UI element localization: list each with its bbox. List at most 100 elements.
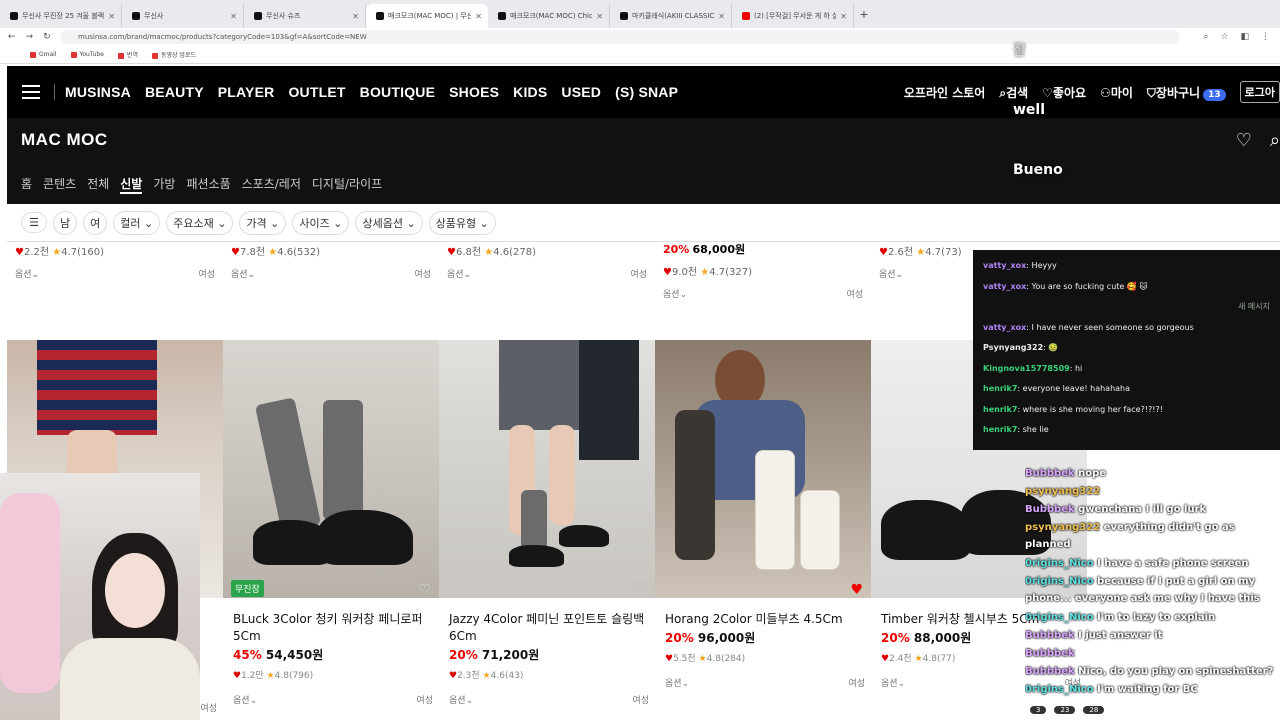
chat-text: I'm waiting for BC: [1097, 684, 1198, 695]
brand-name: MAC MOC: [21, 130, 108, 149]
filter-detail[interactable]: 상세옵션 ⌄: [355, 210, 423, 235]
nav-beauty[interactable]: BEAUTY: [145, 84, 204, 100]
option-dropdown[interactable]: 옵션⌄: [449, 693, 473, 710]
back-icon[interactable]: ←: [8, 32, 16, 42]
close-tab-icon[interactable]: ✕: [718, 12, 725, 21]
product-image[interactable]: [223, 340, 439, 598]
wishlist-heart-icon-filled[interactable]: ♥: [850, 582, 863, 598]
my-label: 마이: [1110, 85, 1133, 100]
filter-male[interactable]: 남: [53, 210, 78, 235]
option-dropdown[interactable]: 옵션⌄: [233, 693, 257, 710]
nav-musinsa[interactable]: MUSINSA: [65, 84, 131, 100]
close-tab-icon[interactable]: ✕: [108, 12, 115, 21]
filter-size[interactable]: 사이즈 ⌄: [292, 210, 350, 235]
nav-shoes[interactable]: SHOES: [449, 84, 499, 100]
chevron-down-icon: ⌄: [217, 216, 227, 230]
tab-bags[interactable]: 가방: [153, 175, 175, 194]
tab-digital[interactable]: 디지털/라이프: [312, 175, 382, 194]
close-tab-icon[interactable]: ✕: [596, 12, 603, 21]
filter-material[interactable]: 주요소재 ⌄: [166, 210, 234, 235]
close-tab-icon[interactable]: ✕: [352, 12, 359, 21]
product-card-info[interactable]: BLuck 3Color 청키 워커창 페니로퍼 5Cm 45% 54,450원…: [233, 611, 433, 710]
close-tab-icon[interactable]: ✕: [840, 12, 847, 21]
option-dropdown[interactable]: 옵션⌄: [663, 287, 687, 300]
zoom-icon[interactable]: ⌕: [1203, 32, 1208, 42]
nav-snap[interactable]: (S) SNAP: [615, 84, 678, 100]
tab-shoes[interactable]: 신발: [120, 175, 143, 194]
bookmark-star-icon[interactable]: ☆: [1220, 32, 1228, 42]
tab-contents[interactable]: 콘텐츠: [43, 175, 76, 194]
rating: 4.7(73): [925, 247, 962, 258]
forward-icon[interactable]: →: [26, 32, 34, 42]
blazer-image: [675, 410, 715, 560]
like-link[interactable]: ♡좋아요: [1042, 84, 1086, 101]
filter-price[interactable]: 가격 ⌄: [239, 210, 287, 235]
browser-tab[interactable]: 매크모크(MAC MOC) Chicky 1✕: [488, 4, 610, 28]
mujinjang-tag: 무진장: [231, 580, 264, 597]
option-dropdown[interactable]: 옵션⌄: [15, 267, 39, 280]
option-dropdown[interactable]: 옵션⌄: [447, 267, 471, 280]
my-link[interactable]: ⚇마이: [1100, 84, 1133, 101]
filter-type[interactable]: 상품유형 ⌄: [428, 210, 496, 235]
filter-color[interactable]: 컬러 ⌄: [113, 210, 161, 235]
wishlist-heart-icon[interactable]: ♡: [634, 582, 647, 598]
product-stats: ♥7.8천 ★4.6(532): [223, 243, 439, 258]
product-card-info[interactable]: Horang 2Color 미들부츠 4.5Cm 20% 96,000원 ♥5.…: [665, 611, 865, 693]
browser-tab[interactable]: 무신사 슈즈 ✕: [244, 4, 366, 28]
nav-kids[interactable]: KIDS: [513, 84, 547, 100]
brand-search-icon[interactable]: ⌕: [1270, 130, 1280, 151]
star-icon: ★: [266, 671, 275, 681]
brand-like-heart-icon[interactable]: ♡: [1236, 130, 1252, 151]
browser-tab[interactable]: (2) [무작걸] 무서운 게 하 실리 ✕: [732, 4, 854, 28]
cart-link[interactable]: ⛉장바구니 13: [1147, 84, 1226, 101]
leg-image: [549, 425, 575, 525]
product-image[interactable]: [439, 340, 655, 598]
nav-outlet[interactable]: OUTLET: [288, 84, 345, 100]
browser-tab[interactable]: 마키클래식(AKIII CLASSIC) 여✕: [610, 4, 732, 28]
option-dropdown[interactable]: 옵션⌄: [231, 267, 255, 280]
user-icon: ⚇: [1100, 85, 1111, 100]
musinsa-favicon-icon: [10, 12, 18, 20]
url-field[interactable]: musinsa.com/brand/macmoc/products?catego…: [60, 30, 1180, 44]
browser-tab[interactable]: 무신사 ✕: [122, 4, 244, 28]
option-dropdown[interactable]: 옵션⌄: [881, 676, 905, 693]
offline-store-link[interactable]: 오프라인 스토어: [904, 84, 985, 101]
nav-player[interactable]: PLAYER: [218, 84, 275, 100]
tab-sports[interactable]: 스포츠/레저: [242, 175, 301, 194]
filter-female[interactable]: 여: [83, 210, 108, 235]
bookmark-item[interactable]: 동영상 업로드: [152, 50, 196, 59]
musinsa-favicon-icon: [376, 12, 384, 20]
nav-used[interactable]: USED: [561, 84, 601, 100]
reload-icon[interactable]: ↻: [43, 32, 51, 42]
chat-text: You are so fucking cute 🥰 🐱: [1031, 281, 1148, 291]
close-tab-icon[interactable]: ✕: [230, 12, 237, 21]
login-button[interactable]: 로그아: [1239, 81, 1280, 103]
tab-home[interactable]: 홈: [21, 175, 32, 194]
browser-tab[interactable]: 무신사 무진장 25 겨울 블랙 세 ✕: [0, 4, 122, 28]
bookmark-item[interactable]: YouTube: [71, 51, 104, 58]
discount: 20%: [881, 631, 910, 645]
chat-text: I'm to lazy to explain: [1097, 612, 1216, 623]
hamburger-menu-icon[interactable]: [22, 85, 40, 99]
new-tab-button[interactable]: +: [854, 8, 874, 21]
browser-tab-active[interactable]: 매크모크(MAC MOC) | 무신사 ✕: [366, 4, 488, 28]
option-dropdown[interactable]: 옵션⌄: [879, 267, 903, 280]
wishlist-heart-icon[interactable]: ♡: [418, 582, 431, 598]
nav-boutique[interactable]: BOUTIQUE: [360, 84, 436, 100]
filter-settings-icon[interactable]: ☰: [21, 212, 47, 233]
tab-all[interactable]: 전체: [87, 175, 109, 194]
close-tab-icon[interactable]: ✕: [475, 12, 482, 21]
product-stats: ♥1.2만 ★4.8(796): [233, 668, 433, 685]
bookmark-item[interactable]: 번역: [118, 50, 138, 59]
product-image[interactable]: [655, 340, 871, 598]
search-link[interactable]: ⌕검색: [999, 84, 1028, 101]
like-count: 7.8천: [239, 247, 266, 258]
rating: 4.6(278): [493, 247, 537, 258]
menu-icon[interactable]: ⋮: [1261, 32, 1270, 42]
product-card-info[interactable]: Jazzy 4Color 페미닌 포인트토 슬링백 6Cm 20% 71,200…: [449, 611, 649, 710]
body-image: [60, 638, 200, 720]
bookmark-item[interactable]: Gmail: [30, 51, 57, 58]
option-dropdown[interactable]: 옵션⌄: [665, 676, 689, 693]
extensions-icon[interactable]: ◧: [1240, 32, 1249, 42]
tab-accessories[interactable]: 패션소품: [186, 175, 230, 194]
